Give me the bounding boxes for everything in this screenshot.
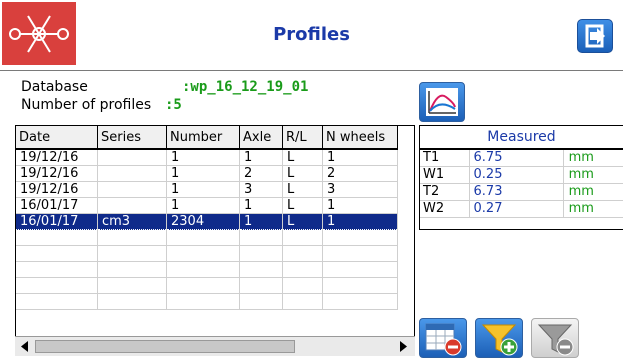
measured-row: T2 6.73 mm — [420, 184, 623, 201]
table-row[interactable]: 16/01/17 1 1 L 1 — [16, 197, 398, 214]
measured-panel: Measured T1 6.75 mm W1 0.25 mm T2 6.73 m… — [419, 125, 623, 230]
filter-add-icon — [481, 324, 518, 356]
measure-name: T1 — [420, 150, 470, 166]
table-row-selected[interactable]: 16/01/17 cm3 2304 1 L 1 — [16, 213, 398, 230]
cell-number: 1 — [166, 149, 240, 166]
cell-date: 19/12/16 — [16, 181, 98, 198]
column-header-n-wheels[interactable]: N wheels — [322, 126, 398, 150]
chart-button[interactable] — [419, 82, 465, 122]
graph-curve-icon — [426, 88, 458, 116]
measure-name: W2 — [420, 201, 470, 217]
cell-series — [97, 149, 167, 166]
cell-n-wheels: 2 — [322, 165, 398, 182]
cell-rl: L — [282, 165, 323, 182]
cell-series — [97, 165, 167, 182]
database-value: :wp_16_12_19_01 — [182, 79, 309, 95]
cell-series — [97, 181, 167, 198]
header-divider — [0, 70, 623, 71]
measure-unit: mm — [568, 150, 594, 165]
table-row[interactable]: 19/12/16 1 3 L 3 — [16, 181, 398, 198]
measure-value: 0.25 — [470, 167, 564, 183]
cell-rl: L — [282, 181, 323, 198]
cell-axle: 1 — [239, 197, 283, 214]
database-label: Database — [21, 79, 88, 95]
exit-button[interactable] — [577, 19, 613, 53]
filter-add-button[interactable] — [475, 318, 523, 358]
profiles-label: Number of profiles — [21, 97, 152, 113]
cell-axle: 1 — [239, 213, 283, 230]
filter-remove-button[interactable] — [531, 318, 579, 358]
cell-series — [97, 197, 167, 214]
cell-n-wheels: 3 — [322, 181, 398, 198]
measured-row: W1 0.25 mm — [420, 167, 623, 184]
arrow-left-icon — [21, 341, 28, 352]
column-header-number[interactable]: Number — [166, 126, 240, 150]
scroll-thumb[interactable] — [35, 340, 295, 353]
empty-row — [16, 261, 398, 278]
measure-value: 6.75 — [470, 150, 564, 166]
column-header-date[interactable]: Date — [16, 126, 98, 150]
cell-axle: 1 — [239, 149, 283, 166]
measure-name: W1 — [420, 167, 470, 183]
measured-title: Measured — [420, 126, 623, 150]
table-delete-icon — [425, 323, 462, 356]
cell-number: 2304 — [166, 213, 240, 230]
measure-unit: mm — [568, 167, 594, 182]
table-row[interactable]: 19/12/16 1 1 L 1 — [16, 149, 398, 166]
empty-row — [16, 229, 398, 246]
measure-unit: mm — [568, 184, 594, 199]
cell-n-wheels: 1 — [322, 149, 398, 166]
profiles-count: :5 — [165, 97, 182, 113]
column-header-axle[interactable]: Axle — [239, 126, 283, 150]
profiles-table[interactable]: Date Series Number Axle R/L N wheels 19/… — [15, 125, 415, 356]
cell-n-wheels: 1 — [322, 213, 398, 230]
measured-row: T1 6.75 mm — [420, 150, 623, 167]
cell-n-wheels: 1 — [322, 197, 398, 214]
empty-row — [16, 245, 398, 262]
cell-number: 1 — [166, 197, 240, 214]
measure-unit: mm — [568, 201, 594, 216]
page-title: Profiles — [273, 24, 350, 45]
exit-arrow-icon — [585, 24, 605, 48]
cell-number: 1 — [166, 181, 240, 198]
column-header-rl[interactable]: R/L — [282, 126, 323, 150]
table-header-row: Date Series Number Axle R/L N wheels — [16, 126, 398, 150]
cell-axle: 2 — [239, 165, 283, 182]
cell-series: cm3 — [97, 213, 167, 230]
measured-row: W2 0.27 mm — [420, 201, 623, 218]
scroll-right-button[interactable] — [395, 339, 411, 354]
horizontal-scrollbar[interactable] — [15, 336, 415, 356]
empty-row — [16, 277, 398, 294]
cell-axle: 3 — [239, 181, 283, 198]
delete-table-button[interactable] — [419, 318, 467, 358]
cell-date: 16/01/17 — [16, 213, 98, 230]
cell-number: 1 — [166, 165, 240, 182]
cell-rl: L — [282, 197, 323, 214]
filter-remove-icon — [537, 324, 574, 356]
cell-date: 19/12/16 — [16, 165, 98, 182]
cell-date: 16/01/17 — [16, 197, 98, 214]
cell-date: 19/12/16 — [16, 149, 98, 166]
table-row[interactable]: 19/12/16 1 2 L 2 — [16, 165, 398, 182]
measure-value: 6.73 — [470, 184, 564, 200]
scroll-left-button[interactable] — [17, 339, 33, 354]
cell-rl: L — [282, 213, 323, 230]
measure-value: 0.27 — [470, 201, 564, 217]
empty-row — [16, 293, 398, 310]
arrow-right-icon — [400, 341, 407, 352]
cell-rl: L — [282, 149, 323, 166]
column-header-series[interactable]: Series — [97, 126, 167, 150]
measure-name: T2 — [420, 184, 470, 200]
